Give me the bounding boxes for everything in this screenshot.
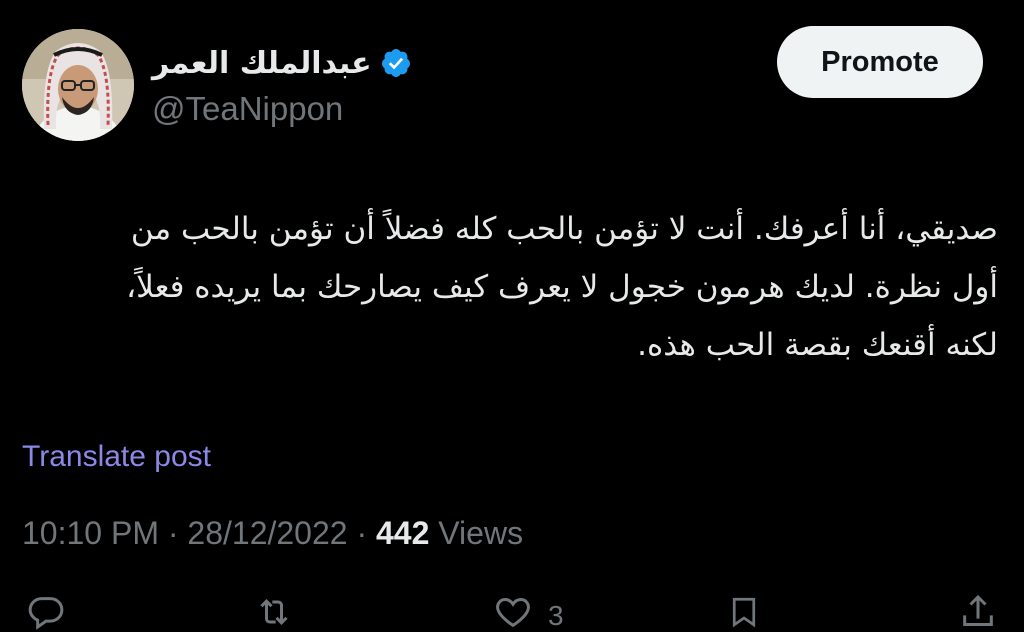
verified-badge-icon[interactable] — [380, 47, 412, 79]
tweet-time[interactable]: 10:10 PM — [22, 515, 159, 552]
display-name[interactable]: عبدالملك العمر — [152, 46, 372, 81]
reply-button[interactable] — [26, 592, 66, 632]
action-bar: 3 — [0, 592, 1024, 632]
share-button[interactable] — [958, 592, 998, 632]
reply-icon — [28, 597, 64, 630]
author-name-row[interactable]: عبدالملك العمر — [152, 40, 412, 86]
share-icon — [963, 594, 993, 626]
translate-post-link[interactable]: Translate post — [22, 440, 211, 474]
meta-separator: · — [158, 515, 188, 551]
like-count: 3 — [548, 600, 564, 631]
bookmark-button[interactable] — [726, 592, 762, 632]
promote-button[interactable]: Promote — [777, 26, 983, 98]
heart-icon — [496, 597, 530, 628]
bookmark-icon — [732, 597, 756, 628]
repost-icon — [260, 599, 288, 625]
meta-separator: · — [347, 515, 376, 551]
tweet-text: صديقي، أنا أعرفك. أنت لا تؤمن بالحب كله … — [116, 211, 998, 363]
repost-button[interactable] — [252, 592, 296, 632]
avatar[interactable] — [22, 29, 134, 141]
like-button[interactable]: 3 — [492, 592, 564, 632]
author-handle[interactable]: @TeaNippon — [152, 90, 343, 128]
tweet-meta: 10:10 PM · 28/12/2022 · 442 Views — [22, 515, 523, 552]
user-avatar — [22, 29, 134, 141]
tweet-date[interactable]: 28/12/2022 — [187, 515, 347, 552]
views-count[interactable]: 442 — [376, 515, 429, 552]
views-label[interactable]: Views — [429, 515, 523, 552]
